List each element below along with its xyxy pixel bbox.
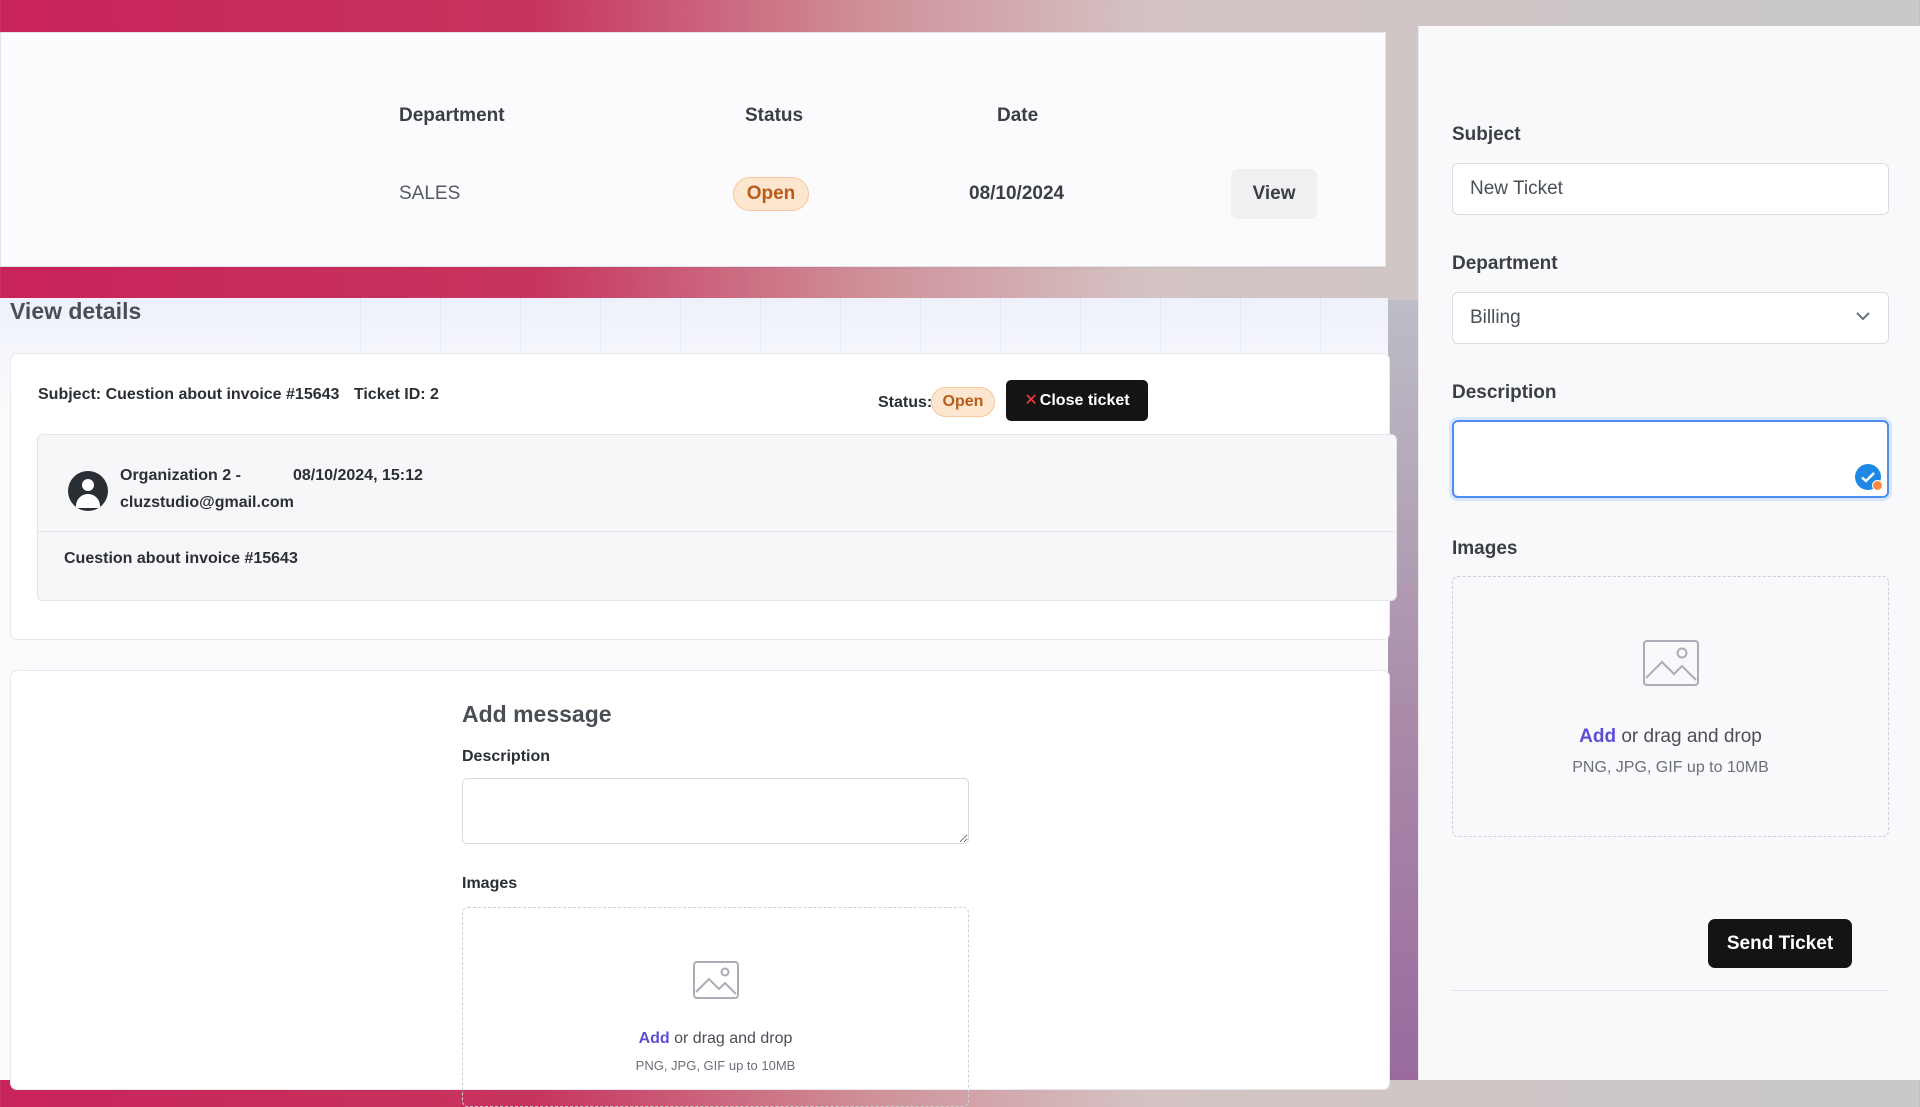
add-message-card: Add message Description Images Add or dr… [10,670,1390,1107]
drop-instruction: or drag and drop [1616,726,1762,747]
chevron-down-icon [1856,312,1870,321]
add-message-add-link[interactable]: Add [639,1030,670,1047]
add-message-drop-text: Add or drag and drop [463,1030,968,1048]
column-header-date: Date [997,105,1039,126]
add-image-link[interactable]: Add [1579,726,1616,747]
add-message-drop-hint: PNG, JPG, GIF up to 10MB [635,1058,796,1073]
images-label: Images [1452,538,1518,559]
column-header-status: Status [745,105,804,126]
cell-date: 08/10/2024 [969,183,1065,204]
add-message-image-dropzone[interactable]: Add or drag and drop PNG, JPG, GIF up to… [462,907,969,1107]
page-title: View details [10,298,142,324]
ticket-detail-panel: View details Subject: Cuestion about inv… [0,298,1397,1107]
message-item: Organization 2 - cluzstudio@gmail.com 08… [37,434,1397,601]
ticket-id: Ticket ID: 2 [353,386,439,403]
message-email: cluzstudio@gmail.com [120,494,294,511]
message-datetime: 08/10/2024, 15:12 [293,467,423,484]
image-icon [693,961,739,999]
add-message-title: Add message [462,701,612,727]
department-label: Department [1452,253,1558,274]
header-decoration [360,298,1388,353]
department-select[interactable]: Billing [1452,292,1889,344]
x-icon: ✕ [1024,392,1038,409]
ticket-status-badge: Open [931,387,995,417]
image-icon [1643,640,1699,686]
subject-label: Subject [1452,124,1521,145]
department-selected-value: Billing [1470,307,1521,328]
drop-text: Add or drag and drop [1453,726,1888,748]
send-ticket-button[interactable]: Send Ticket [1708,919,1852,968]
image-dropzone[interactable]: Add or drag and drop PNG, JPG, GIF up to… [1452,576,1889,837]
subject-input[interactable]: New Ticket [1452,163,1889,215]
ticket-subject-line: Subject: Cuestion about invoice #15643 T… [38,386,439,404]
view-ticket-button[interactable]: View [1231,169,1317,219]
check-circle-icon [1855,464,1883,491]
tickets-table: Department Status Date SALES Open 08/10/… [0,32,1386,267]
description-label: Description [1452,382,1557,403]
message-divider [38,531,1396,532]
ticket-card: Subject: Cuestion about invoice #15643 T… [10,353,1397,640]
close-ticket-button[interactable]: ✕ Close ticket [1006,380,1148,421]
message-text: Cuestion about invoice #15643 [64,550,298,567]
close-ticket-label: Close ticket [1039,392,1130,409]
drop-instruction: or drag and drop [669,1030,793,1047]
column-header-department: Department [399,105,505,126]
form-divider [1452,990,1889,991]
user-avatar-icon [68,471,108,511]
cell-department: SALES [399,183,461,204]
message-author: Organization 2 - [120,467,241,484]
status-label: Status: [878,394,933,411]
new-ticket-form: Subject New Ticket Department Billing De… [1418,26,1920,1080]
add-message-description-input[interactable] [462,778,969,844]
add-message-images-label: Images [462,875,518,892]
description-input[interactable] [1452,420,1889,498]
status-badge: Open [733,177,809,211]
ticket-subject: Subject: Cuestion about invoice #15643 [38,386,340,403]
drop-hint: PNG, JPG, GIF up to 10MB [1572,759,1769,776]
add-message-description-label: Description [462,748,551,765]
